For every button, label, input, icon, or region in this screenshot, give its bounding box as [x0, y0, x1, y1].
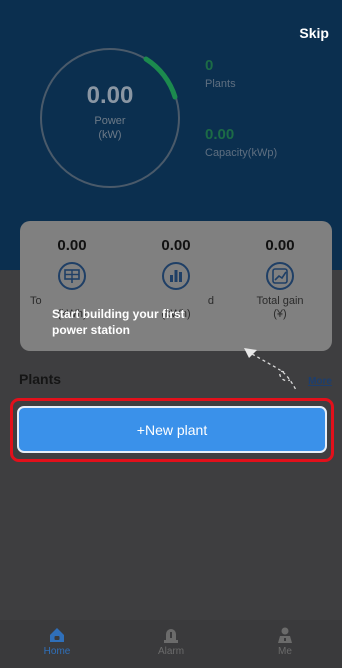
- more-link[interactable]: More: [308, 376, 332, 387]
- new-plant-button[interactable]: +New plant: [17, 406, 327, 453]
- alarm-icon: [164, 629, 178, 643]
- bottom-tab-bar: Home Alarm Me: [0, 620, 342, 668]
- plants-count-value: 0: [205, 57, 214, 74]
- capacity-value: 0.00: [205, 126, 235, 143]
- power-label: Power (kW): [34, 114, 186, 142]
- bar-chart-icon: [162, 262, 190, 290]
- tab-home-label: Home: [43, 646, 71, 657]
- person-icon: [278, 627, 292, 643]
- tab-alarm[interactable]: Alarm: [114, 620, 228, 668]
- gain-chart-icon: [266, 262, 294, 290]
- power-value: 0.00: [86, 82, 134, 109]
- total-gain-unit: (¥): [273, 308, 287, 320]
- capacity-label: Capacity(kWp): [205, 147, 278, 159]
- power-gauge: 0.00 Power (kW): [34, 42, 186, 194]
- total-gain-label: Total gain (¥): [228, 295, 332, 321]
- plants-section-title: Plants: [19, 371, 62, 387]
- power-label-text: Power: [94, 115, 126, 127]
- plants-count-stat: 0 Plants: [205, 57, 236, 90]
- tab-me[interactable]: Me: [228, 620, 342, 668]
- total-energy-value: 0.00: [161, 237, 191, 254]
- tab-me-label: Me: [278, 646, 292, 657]
- tip-arrow-icon: [244, 348, 297, 391]
- plants-count-label: Plants: [205, 78, 236, 90]
- tab-home[interactable]: Home: [0, 620, 114, 668]
- home-icon: [50, 628, 64, 642]
- total-gain-stat: 0.00 Total gain (¥): [228, 221, 332, 321]
- skip-button[interactable]: Skip: [299, 25, 329, 41]
- solar-panel-icon: [58, 262, 86, 290]
- today-energy-value: 0.00: [57, 237, 87, 254]
- total-gain-label-text: Total gain: [256, 295, 304, 307]
- capacity-stat: 0.00 Capacity(kWp): [205, 126, 277, 159]
- tab-alarm-label: Alarm: [157, 646, 185, 657]
- total-gain-value: 0.00: [265, 237, 295, 254]
- onboarding-tip: Start building your first power station: [52, 307, 185, 337]
- power-unit: (kW): [98, 129, 122, 141]
